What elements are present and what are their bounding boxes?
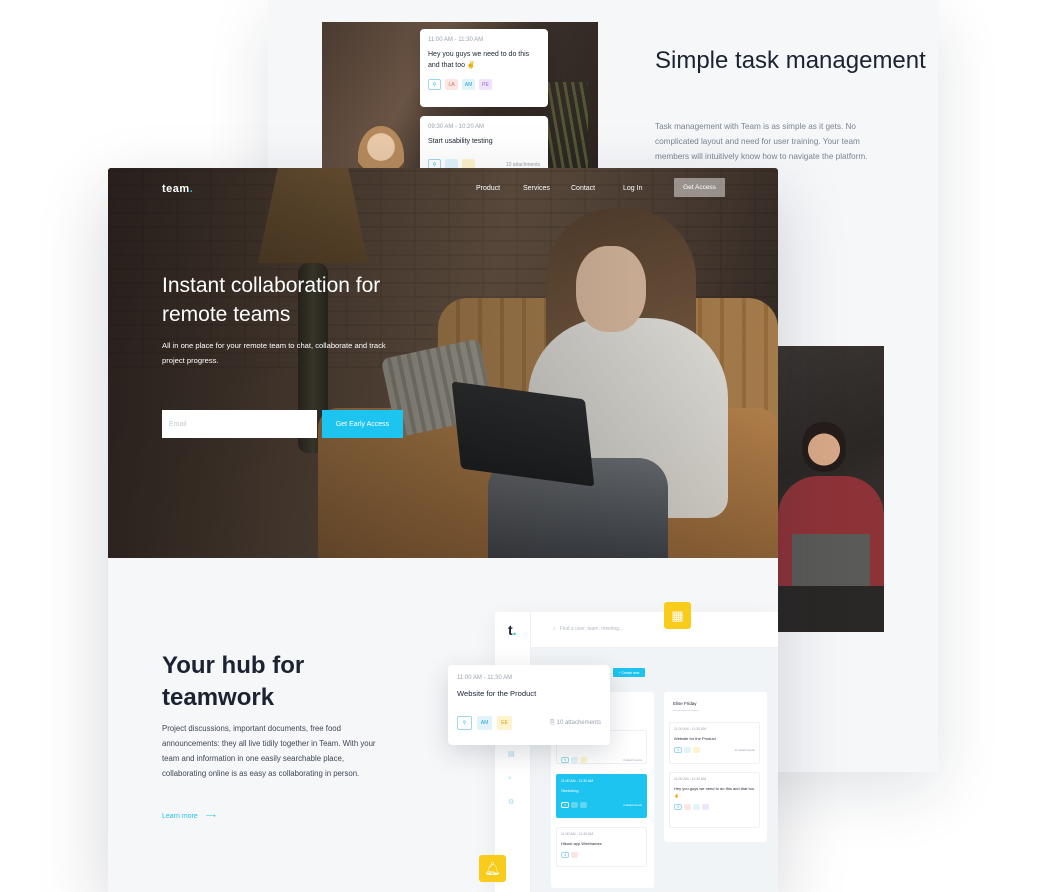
back-task-card-2[interactable]: 09:30 AM - 10:20 AM Start usability test… — [420, 116, 548, 172]
search-icon[interactable]: ⌕ — [508, 775, 517, 784]
avatar-chip — [571, 757, 579, 763]
attachments-count: 3 attachments — [623, 758, 642, 762]
attachments-count: 3 attachments — [623, 803, 642, 807]
avatar-chip — [571, 852, 579, 858]
attachments-label: 10 attachements — [556, 719, 601, 726]
logo-dot: . — [189, 183, 194, 195]
nav-services[interactable]: Services — [523, 185, 550, 192]
avatar-chip — [684, 747, 692, 753]
hero-section: team. Product Services Contact Log In Ge… — [108, 168, 778, 558]
rocket-icon: ⚲ — [674, 804, 683, 810]
app-logo[interactable]: t. — [508, 622, 517, 638]
rocket-icon: ⚲ — [457, 716, 472, 730]
task-column-2: Elise Friday 11:00 AM - 11:30 AM Website… — [664, 692, 767, 842]
search-placeholder: Find a user, team, meeting... — [559, 626, 624, 632]
hero-subtitle: All in one place for your remote team to… — [162, 341, 386, 365]
column-title: Elise Friday — [673, 701, 697, 706]
avatar-chip — [702, 804, 710, 810]
task-time: 09:30 AM - 10:20 AM — [428, 124, 485, 130]
avatar-chip: LA — [445, 79, 458, 90]
task-message: Sketching — [561, 788, 579, 793]
email-input[interactable]: Email — [162, 410, 317, 438]
task-card[interactable]: 11:00 AM - 11:30 AM Hey you guys we need… — [669, 772, 760, 828]
laptop — [792, 534, 870, 588]
column-divider — [673, 710, 699, 711]
get-early-access-button[interactable]: Get Early Access — [322, 410, 403, 438]
get-access-button[interactable]: Get Access — [674, 178, 725, 197]
back-person-photo — [358, 126, 404, 172]
legs — [778, 586, 884, 632]
rocket-icon: ⚲ — [561, 757, 570, 763]
app-topbar: ⌕ Find a user, team, meeting... — [531, 612, 778, 648]
rocket-icon: ⚲ — [674, 747, 683, 753]
task-time: 11:00 AM - 11:30 AM — [674, 727, 707, 731]
task-card-active[interactable]: 11:00 AM - 11:30 AM Sketching ⚲ 3 attach… — [556, 774, 647, 818]
create-new-button[interactable]: + Create new — [613, 668, 645, 677]
smiling-person-photo — [778, 346, 884, 632]
task-time: 11:00 AM - 11:30 AM — [561, 832, 594, 836]
rocket-icon: ⚲ — [561, 852, 570, 858]
arrow-right-icon: ⟶ — [205, 813, 216, 820]
avatar-chip — [693, 804, 701, 810]
task-title: Website for the Product — [457, 689, 537, 698]
nav-product[interactable]: Product — [476, 185, 500, 192]
task-time: 11:00 AM - 11:30 AM — [457, 675, 513, 681]
back-office-photo: 11:00 AM - 11:30 AM Hey you guys we need… — [322, 22, 598, 172]
attachments-count: ⎘ 10 attachements — [550, 720, 601, 727]
task-message: Website for the Product — [674, 736, 716, 741]
avatar-chip — [571, 802, 579, 808]
paperclip-icon: ⎘ — [550, 719, 555, 726]
hero-title: Instant collaboration for remote teams — [162, 274, 381, 326]
task-message: Hikout app Wireframes — [561, 841, 602, 846]
learn-more-label: Learn more — [162, 812, 198, 820]
rocket-icon: ⚲ — [561, 802, 570, 808]
avatar-chip — [693, 747, 701, 753]
logo-text: team — [162, 183, 190, 195]
gear-icon[interactable]: ⚙ — [508, 798, 517, 807]
face — [802, 422, 846, 472]
attachments-count: 10 attachments — [505, 161, 540, 168]
task-card[interactable]: 11:00 AM - 11:30 AM Hikout app Wireframe… — [556, 827, 647, 867]
task-message: Start usability testing — [428, 138, 493, 145]
avatar-chip: AM — [462, 79, 475, 90]
nav-login[interactable]: Log In — [623, 185, 642, 192]
search-icon: ⌕ — [553, 626, 556, 632]
app-mockup: t. ▤ ⌕ ⚙ ⌕ Find a user, team, meeting...… — [495, 612, 778, 892]
section-description: Task management with Team is as simple a… — [655, 122, 868, 161]
app-logo-dot: . — [512, 622, 517, 638]
avatar-chip — [580, 757, 588, 763]
task-message: Hey you guys we need to do this and that… — [428, 51, 530, 69]
avatar-chip: PE — [479, 79, 492, 90]
avatar-chip: EE — [497, 716, 512, 730]
brand-logo[interactable]: team. — [162, 183, 193, 195]
app-search[interactable]: ⌕ Find a user, team, meeting... — [553, 626, 623, 632]
calendar-icon[interactable]: ▦ — [664, 602, 691, 629]
avatar-chip — [580, 802, 588, 808]
plant-decoration — [548, 82, 588, 172]
bell-icon[interactable]: 🔔︎ — [479, 855, 506, 882]
hub-title: Your hub for teamwork — [162, 652, 305, 711]
back-task-card-1[interactable]: 11:00 AM - 11:30 AM Hey you guys we need… — [420, 29, 548, 107]
rocket-icon: ⚲ — [428, 79, 441, 90]
attachments-count: 10 attachments — [734, 748, 755, 752]
section-title: Simple task management — [655, 47, 926, 74]
task-message: Hey you guys we need to do this and that… — [674, 786, 755, 798]
document-icon[interactable]: ▤ — [508, 750, 517, 759]
hub-description: Project discussions, important documents… — [162, 724, 376, 778]
avatar-chip: AM — [477, 716, 492, 730]
front-page-mockup: team. Product Services Contact Log In Ge… — [108, 168, 778, 892]
task-time: 11:00 AM - 11:30 AM — [674, 777, 707, 781]
learn-more-link[interactable]: Learn more ⟶ — [162, 812, 216, 821]
task-time: 11:00 AM - 11:30 AM — [561, 779, 594, 783]
app-sidebar: t. ▤ ⌕ ⚙ — [495, 612, 531, 892]
nav-contact[interactable]: Contact — [571, 185, 595, 192]
task-time: 11:00 AM - 11:30 AM — [428, 37, 484, 43]
task-card[interactable]: 11:00 AM - 11:30 AM Website for the Prod… — [669, 722, 760, 764]
avatar-chip — [684, 804, 692, 810]
floating-task-card[interactable]: 11:00 AM - 11:30 AM Website for the Prod… — [448, 665, 610, 745]
